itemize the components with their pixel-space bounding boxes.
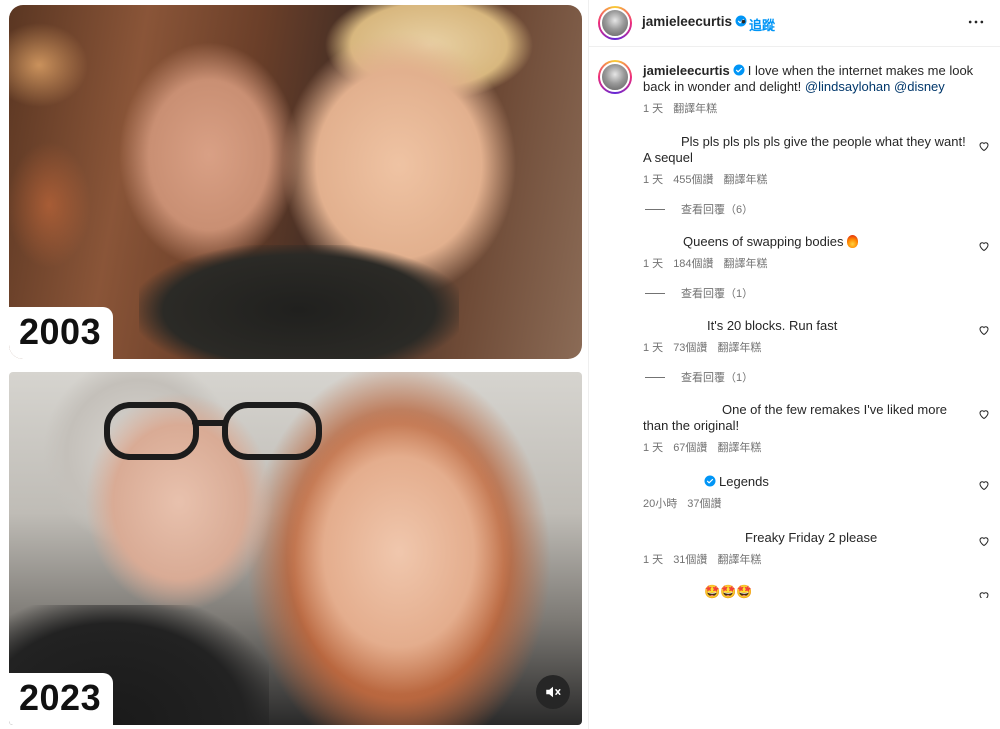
translate-link[interactable]: 翻譯年糕: [717, 342, 761, 354]
follow-button[interactable]: 追蹤: [749, 15, 775, 34]
comment-text: Freaky Friday 2 please: [745, 530, 878, 545]
comment-text: It's 20 blocks. Run fast: [707, 318, 838, 333]
comment-time[interactable]: 1 天: [643, 258, 663, 270]
comment-time[interactable]: 1 天: [643, 554, 663, 566]
translate-link[interactable]: 翻譯年糕: [717, 554, 761, 566]
comment-likes[interactable]: 31個讚: [673, 554, 707, 566]
post-caption: jamieleecurtis I love when the internet m…: [643, 63, 983, 95]
heart-outline-icon[interactable]: [978, 324, 990, 336]
view-replies-button[interactable]: 查看回覆（6）: [645, 201, 753, 217]
comment-text: One of the few remakes I've liked more t…: [643, 402, 948, 433]
view-replies-button[interactable]: 查看回覆（1）: [645, 285, 753, 301]
heart-outline-icon[interactable]: [978, 479, 990, 491]
comment-likes[interactable]: 67個讚: [673, 442, 707, 454]
caption-avatar[interactable]: [598, 60, 632, 94]
caption-username[interactable]: jamieleecurtis: [643, 63, 730, 78]
caption-time[interactable]: 1 天: [643, 103, 663, 115]
comment-likes[interactable]: 73個讚: [673, 342, 707, 354]
comment-meta: 1 天 73個讚 翻譯年糕: [643, 339, 771, 355]
year-label-2003: 2003: [9, 307, 114, 359]
mention-link[interactable]: @disney: [894, 79, 945, 94]
photo-2023: 2023: [9, 372, 582, 725]
comment-meta: 1 天 67個讚 翻譯年糕: [643, 439, 771, 455]
heart-outline-icon[interactable]: [978, 590, 990, 598]
comment-meta: 1 天 31個讚 翻譯年糕: [643, 551, 771, 567]
caption-meta: 1 天翻譯年糕: [643, 100, 727, 116]
comment-meta: 1 天 184個讚 翻譯年糕: [643, 255, 778, 271]
comment-text: 🤩🤩🤩: [643, 584, 969, 600]
mute-button[interactable]: [536, 675, 570, 709]
post-media[interactable]: 2003 2023: [0, 0, 588, 729]
view-replies-button[interactable]: 查看回覆（1）: [645, 369, 753, 385]
glasses: [104, 402, 324, 462]
separator-dot: •: [741, 13, 746, 29]
mention-link[interactable]: @lindsaylohan: [805, 79, 890, 94]
verified-badge-icon: [733, 64, 745, 76]
comment-text: Legends: [643, 474, 969, 490]
avatar[interactable]: [598, 6, 632, 40]
header-username[interactable]: jamieleecurtis: [642, 14, 747, 29]
heart-outline-icon[interactable]: [978, 240, 990, 252]
year-label-2023: 2023: [9, 673, 114, 725]
more-horizontal-icon[interactable]: [966, 12, 986, 32]
post-header: jamieleecurtis • 追蹤: [589, 0, 1000, 47]
heart-outline-icon[interactable]: [978, 140, 990, 152]
comment-likes[interactable]: 455個讚: [673, 174, 713, 186]
speaker-muted-icon: [546, 686, 561, 698]
verified-badge-icon: [704, 475, 716, 487]
fire-emoji: [847, 235, 859, 248]
comment-text: Queens of swapping bodies: [643, 234, 969, 250]
translate-link[interactable]: 翻譯年糕: [724, 258, 768, 270]
photo-2003: 2003: [9, 5, 582, 359]
comments-panel: jamieleecurtis • 追蹤 jamieleecurtis I love…: [589, 0, 1000, 729]
comment-time[interactable]: 1 天: [643, 342, 663, 354]
star-struck-emoji: 🤩🤩🤩: [704, 584, 753, 599]
comment-meta: 1 天 455個讚 翻譯年糕: [643, 171, 778, 187]
translate-link[interactable]: 翻譯年糕: [724, 174, 768, 186]
comment-time[interactable]: 1 天: [643, 442, 663, 454]
comment-time[interactable]: 1 天: [643, 174, 663, 186]
heart-outline-icon[interactable]: [978, 535, 990, 547]
comment-text: Pls pls pls pls pls give the people what…: [643, 134, 966, 165]
comment-time[interactable]: 20小時: [643, 498, 677, 510]
heart-outline-icon[interactable]: [978, 408, 990, 420]
comment-meta: 20小時 37個讚: [643, 495, 732, 511]
translate-link[interactable]: 翻譯年糕: [717, 442, 761, 454]
comment-likes[interactable]: 37個讚: [687, 498, 721, 510]
translate-link[interactable]: 翻譯年糕: [673, 103, 717, 115]
comment-likes[interactable]: 184個讚: [673, 258, 713, 270]
